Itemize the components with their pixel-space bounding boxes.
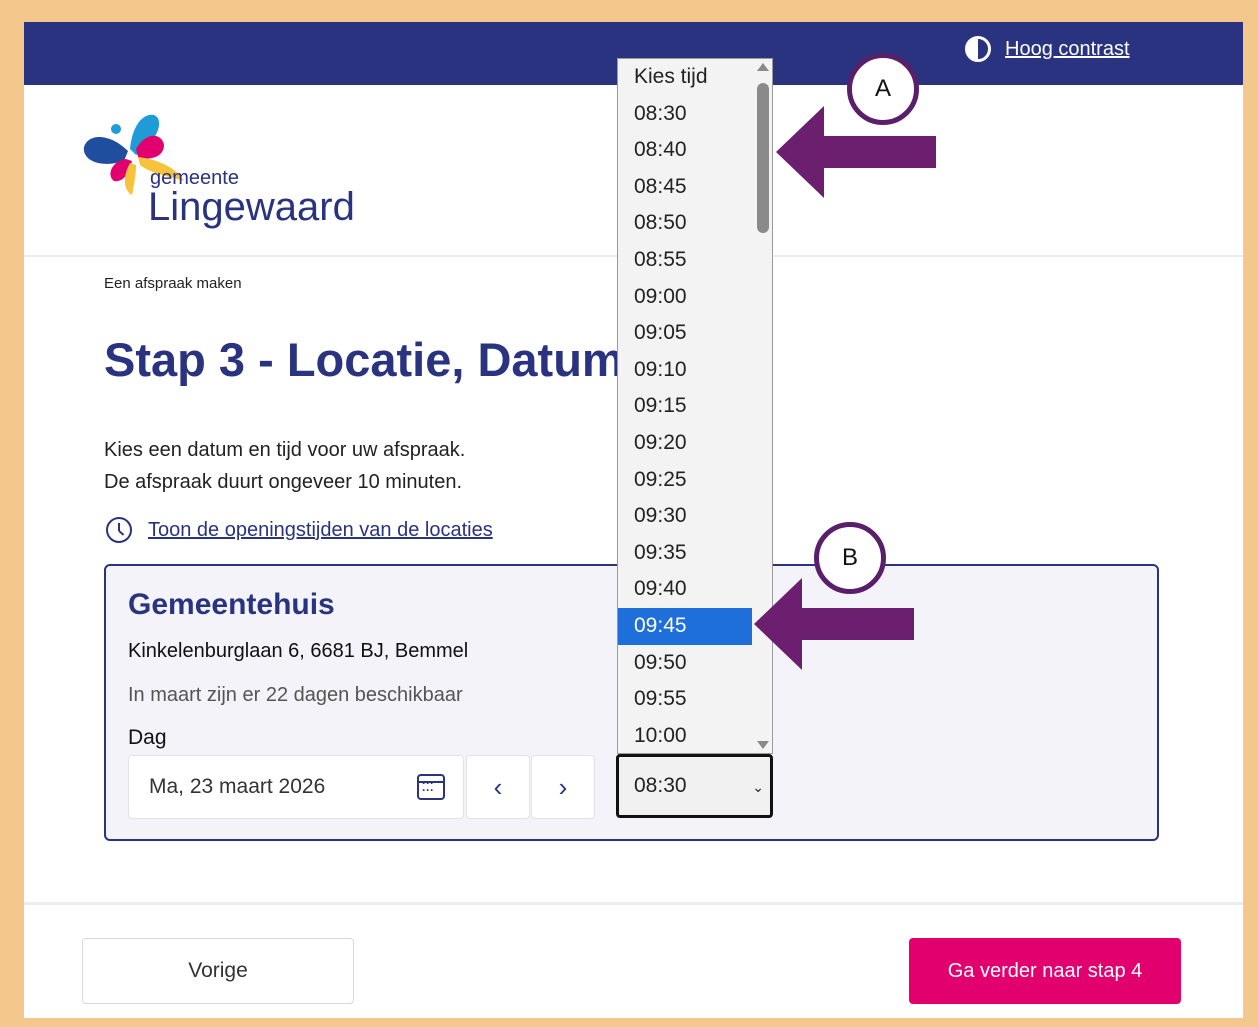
chevron-right-icon: › [558, 771, 568, 802]
time-option[interactable]: 10:00 [618, 718, 752, 753]
chevron-left-icon: ‹ [493, 771, 503, 802]
day-label: Dag [128, 726, 167, 749]
previous-button[interactable]: Vorige [82, 938, 354, 1004]
time-option[interactable]: 09:40 [618, 571, 752, 608]
browser-page: Hoog contrast gemeente Lingewaard Een af… [24, 22, 1243, 1018]
opening-hours-toggle[interactable]: Toon de openingstijden van de locaties [106, 517, 493, 543]
annotation-badge-b: B [814, 522, 886, 594]
clock-icon [106, 517, 132, 543]
time-option[interactable]: 09:05 [618, 315, 752, 352]
location-name: Gemeentehuis [128, 588, 335, 621]
time-option[interactable]: 08:45 [618, 169, 752, 206]
intro-line-2: De afspraak duurt ongeveer 10 minuten. [104, 471, 462, 493]
municipality-logo[interactable]: gemeente Lingewaard [80, 99, 370, 239]
calendar-icon[interactable] [417, 774, 445, 800]
annotation-label-a: A [874, 75, 891, 102]
time-option[interactable]: 09:20 [618, 425, 752, 462]
next-step-button[interactable]: Ga verder naar stap 4 [909, 938, 1181, 1004]
availability-text: In maart zijn er 22 dagen beschikbaar [128, 684, 463, 706]
previous-day-button[interactable]: ‹ [466, 755, 530, 819]
time-option[interactable]: 09:00 [618, 279, 752, 316]
annotation-label-b: B [841, 544, 858, 571]
high-contrast-link[interactable]: Hoog contrast [1005, 38, 1130, 61]
chevron-down-icon: ⌄ [752, 779, 764, 795]
scroll-up-icon[interactable] [757, 63, 769, 71]
time-options: Kies tijd 08:30 08:40 08:45 08:50 08:55 09:00 0… [618, 59, 772, 753]
time-dropdown-list[interactable]: Kies tijd 08:30 08:40 08:45 08:50 08:55 09:00 0… [617, 58, 773, 754]
time-option[interactable]: 09:10 [618, 352, 752, 389]
intro-line-1: Kies een datum en tijd voor uw afspraak. [104, 439, 466, 461]
time-option[interactable]: 08:50 [618, 205, 752, 242]
high-contrast-toggle[interactable]: Hoog contrast [965, 36, 1130, 62]
time-option[interactable]: 09:55 [618, 681, 752, 718]
time-option[interactable]: 09:15 [618, 388, 752, 425]
opening-hours-link[interactable]: Toon de openingstijden van de locaties [148, 519, 493, 542]
date-value: Ma, 23 maart 2026 [149, 775, 326, 798]
location-address: Kinkelenburglaan 6, 6681 BJ, Bemmel [128, 640, 469, 662]
scroll-down-icon[interactable] [757, 741, 769, 749]
time-option[interactable]: Kies tijd [618, 59, 752, 96]
time-select-value: 08:30 [634, 774, 687, 797]
scrollbar-thumb[interactable] [757, 83, 769, 233]
time-option[interactable]: 09:35 [618, 535, 752, 572]
time-option[interactable]: 08:30 [618, 96, 752, 133]
time-option[interactable]: 09:25 [618, 462, 752, 499]
time-option[interactable]: 09:30 [618, 498, 752, 535]
time-option[interactable]: 08:55 [618, 242, 752, 279]
time-select[interactable]: 08:30 ⌄ [616, 754, 773, 818]
date-input[interactable]: Ma, 23 maart 2026 [128, 755, 464, 819]
time-option[interactable]: 09:50 [618, 645, 752, 682]
annotation-arrow-a [776, 106, 936, 198]
next-day-button[interactable]: › [531, 755, 595, 819]
contrast-icon [965, 36, 991, 62]
time-option[interactable]: 08:40 [618, 132, 752, 169]
breadcrumb: Een afspraak maken [104, 275, 242, 292]
annotation-arrow-b [754, 578, 914, 670]
annotation-badge-a: A [847, 53, 919, 125]
time-option[interactable]: 09:45 [618, 607, 752, 645]
logo-big-text: Lingewaard [148, 185, 355, 229]
